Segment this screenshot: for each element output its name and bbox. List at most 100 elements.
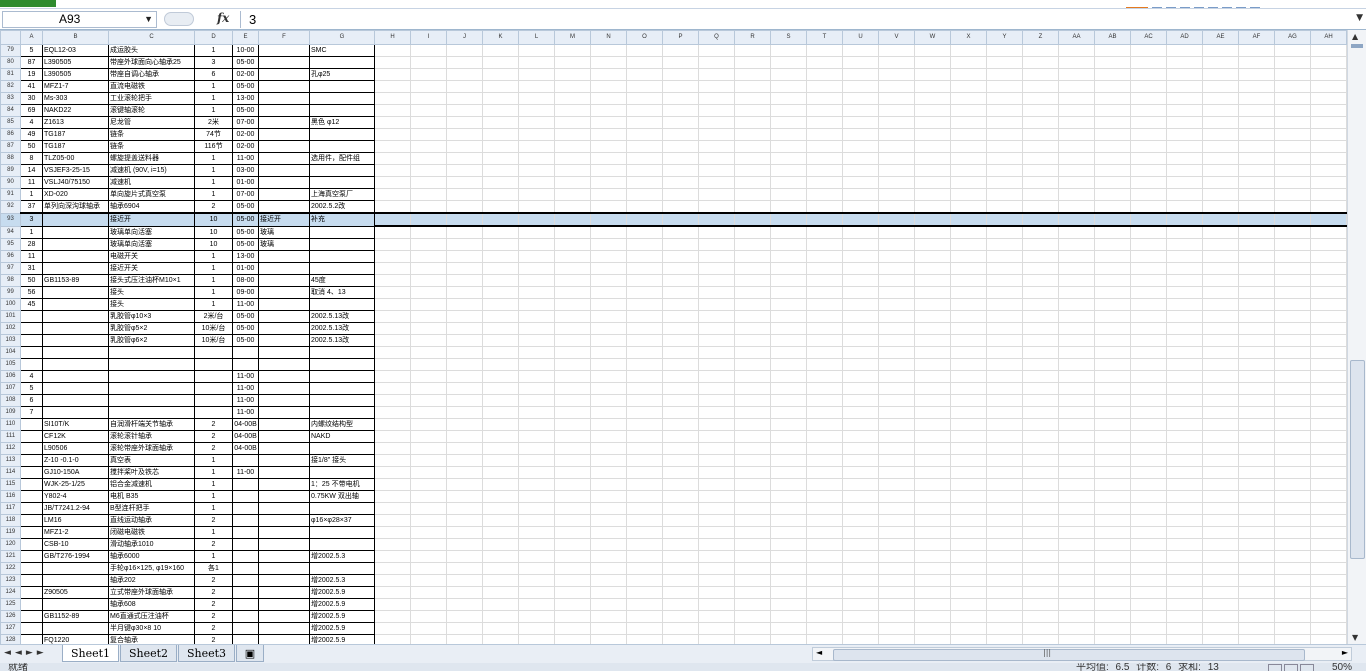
empty-cell[interactable] — [1274, 490, 1311, 503]
row-header[interactable]: 89 — [0, 164, 21, 177]
empty-cell[interactable] — [1310, 370, 1347, 383]
empty-cell[interactable] — [662, 346, 699, 359]
empty-cell[interactable] — [1238, 514, 1275, 527]
empty-cell[interactable] — [1094, 310, 1131, 323]
empty-cell[interactable] — [806, 262, 843, 275]
row-header[interactable]: 81 — [0, 68, 21, 81]
empty-cell[interactable] — [770, 44, 807, 57]
empty-cell[interactable] — [626, 574, 663, 587]
empty-cell[interactable] — [1166, 502, 1203, 515]
row-header[interactable]: 113 — [0, 454, 21, 467]
empty-cell[interactable] — [1058, 322, 1095, 335]
cell-g[interactable] — [309, 298, 375, 311]
empty-cell[interactable] — [914, 610, 951, 623]
empty-cell[interactable] — [914, 116, 951, 129]
cell-b[interactable] — [42, 394, 109, 407]
cell-d[interactable]: 10 — [194, 238, 233, 251]
empty-cell[interactable] — [770, 128, 807, 141]
cell-e[interactable]: 10-00 — [232, 44, 259, 57]
empty-cell[interactable] — [1238, 466, 1275, 479]
empty-cell[interactable] — [770, 454, 807, 467]
empty-cell[interactable] — [770, 406, 807, 419]
empty-cell[interactable] — [662, 574, 699, 587]
empty-cell[interactable] — [1238, 92, 1275, 105]
empty-cell[interactable] — [518, 562, 555, 575]
empty-cell[interactable] — [1238, 406, 1275, 419]
empty-cell[interactable] — [1130, 490, 1167, 503]
empty-cell[interactable] — [1022, 188, 1059, 201]
empty-cell[interactable] — [806, 286, 843, 299]
empty-cell[interactable] — [734, 370, 771, 383]
empty-cell[interactable] — [1310, 164, 1347, 177]
cell-a[interactable] — [20, 490, 43, 503]
empty-cell[interactable] — [698, 322, 735, 335]
empty-cell[interactable] — [554, 140, 591, 153]
empty-cell[interactable] — [914, 550, 951, 563]
empty-cell[interactable] — [1166, 514, 1203, 527]
empty-cell[interactable] — [1058, 610, 1095, 623]
empty-cell[interactable] — [446, 164, 483, 177]
empty-cell[interactable] — [1310, 274, 1347, 287]
empty-cell[interactable] — [662, 550, 699, 563]
empty-cell[interactable] — [446, 298, 483, 311]
empty-cell[interactable] — [518, 212, 555, 227]
empty-cell[interactable] — [590, 514, 627, 527]
tab-sheet3[interactable]: Sheet3 — [178, 645, 236, 662]
column-header-f[interactable]: F — [258, 30, 310, 45]
empty-cell[interactable] — [842, 80, 879, 93]
empty-cell[interactable] — [1058, 200, 1095, 214]
empty-cell[interactable] — [842, 250, 879, 263]
empty-cell[interactable] — [590, 334, 627, 347]
empty-cell[interactable] — [770, 598, 807, 611]
empty-cell[interactable] — [806, 478, 843, 491]
cell-d[interactable]: 2 — [194, 430, 233, 443]
empty-cell[interactable] — [1274, 128, 1311, 141]
empty-cell[interactable] — [1238, 286, 1275, 299]
empty-cell[interactable] — [410, 634, 447, 644]
empty-cell[interactable] — [410, 466, 447, 479]
empty-cell[interactable] — [626, 68, 663, 81]
empty-cell[interactable] — [446, 80, 483, 93]
empty-cell[interactable] — [842, 586, 879, 599]
empty-cell[interactable] — [878, 226, 915, 239]
empty-cell[interactable] — [698, 152, 735, 165]
cell-g[interactable] — [309, 466, 375, 479]
empty-cell[interactable] — [374, 140, 411, 153]
empty-cell[interactable] — [878, 574, 915, 587]
empty-cell[interactable] — [662, 418, 699, 431]
empty-cell[interactable] — [1310, 152, 1347, 165]
empty-cell[interactable] — [842, 550, 879, 563]
empty-cell[interactable] — [1202, 526, 1239, 539]
empty-cell[interactable] — [986, 226, 1023, 239]
empty-cell[interactable] — [410, 262, 447, 275]
empty-cell[interactable] — [986, 586, 1023, 599]
empty-cell[interactable] — [1166, 92, 1203, 105]
empty-cell[interactable] — [518, 334, 555, 347]
empty-cell[interactable] — [1130, 250, 1167, 263]
empty-cell[interactable] — [1202, 586, 1239, 599]
empty-cell[interactable] — [590, 526, 627, 539]
empty-cell[interactable] — [446, 490, 483, 503]
empty-cell[interactable] — [482, 598, 519, 611]
cell-b[interactable] — [42, 334, 109, 347]
empty-cell[interactable] — [446, 634, 483, 644]
cell-a[interactable] — [20, 610, 43, 623]
empty-cell[interactable] — [662, 490, 699, 503]
cell-a[interactable]: 50 — [20, 274, 43, 287]
empty-cell[interactable] — [878, 104, 915, 117]
empty-cell[interactable] — [662, 598, 699, 611]
cell-b[interactable]: LM16 — [42, 514, 109, 527]
empty-cell[interactable] — [662, 634, 699, 644]
empty-cell[interactable] — [698, 586, 735, 599]
empty-cell[interactable] — [1058, 442, 1095, 455]
empty-cell[interactable] — [482, 538, 519, 551]
empty-cell[interactable] — [1274, 152, 1311, 165]
empty-cell[interactable] — [626, 514, 663, 527]
empty-cell[interactable] — [374, 262, 411, 275]
empty-cell[interactable] — [950, 574, 987, 587]
empty-cell[interactable] — [1274, 334, 1311, 347]
empty-cell[interactable] — [1058, 116, 1095, 129]
empty-cell[interactable] — [590, 140, 627, 153]
empty-cell[interactable] — [482, 164, 519, 177]
empty-cell[interactable] — [518, 80, 555, 93]
